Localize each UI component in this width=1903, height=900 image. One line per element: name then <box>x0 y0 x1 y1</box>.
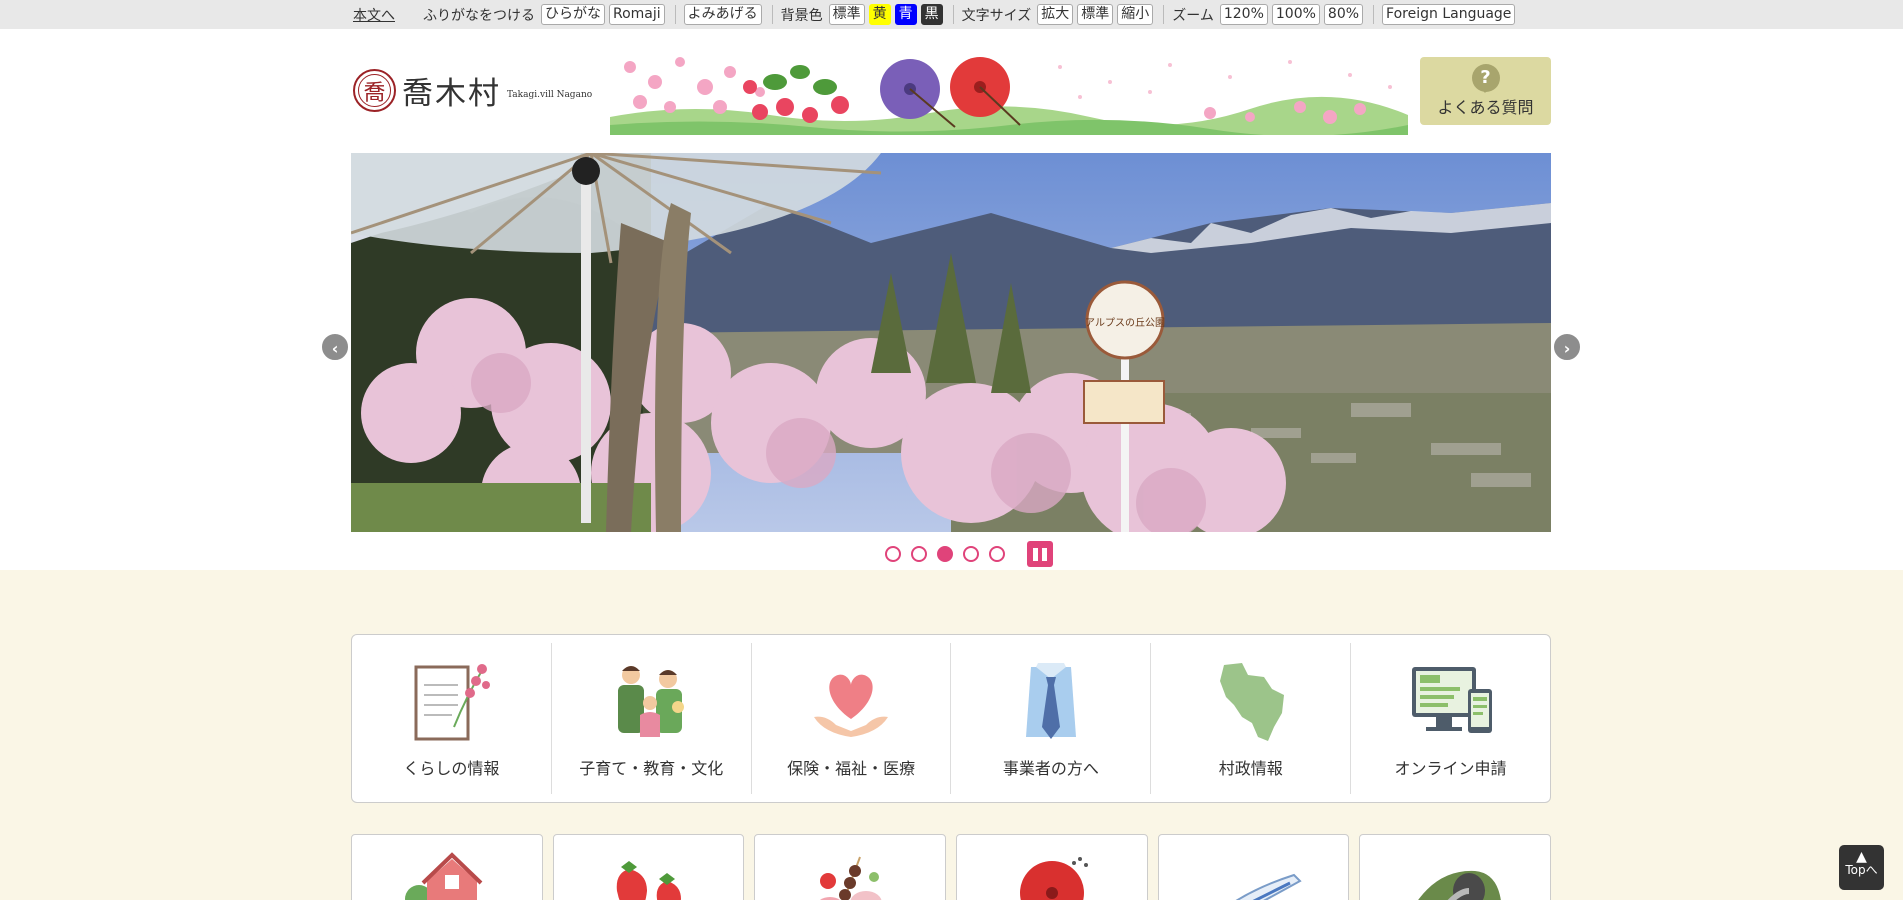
house-icon <box>404 852 483 900</box>
category-label: くらしの情報 <box>403 759 500 778</box>
umbrella-icon <box>1019 857 1088 900</box>
category-nav: くらしの情報 子育て・教育・文化 保険・福祉・医療 事業者の方へ 村政情報 オン… <box>351 634 1551 803</box>
logo-name: 喬木村 <box>402 76 501 112</box>
sign-text: アルプスの丘公園 <box>1085 317 1165 329</box>
logo-seal-icon: 喬 <box>353 69 396 112</box>
skip-to-content-link[interactable]: 本文へ <box>353 5 395 25</box>
faq-button[interactable]: ? よくある質問 <box>1420 57 1551 125</box>
furigana-label: ふりがなをつける <box>423 7 535 24</box>
category-label: 保険・福祉・医療 <box>787 759 916 778</box>
heart-hands-icon <box>814 674 889 737</box>
tunnel-icon <box>1418 870 1501 900</box>
romaji-button[interactable]: Romaji <box>609 4 665 25</box>
font-small-button[interactable]: 縮小 <box>1117 4 1154 25</box>
bg-black-button[interactable]: 黒 <box>920 4 943 25</box>
bg-blue-button[interactable]: 青 <box>894 4 917 25</box>
foreign-language-button[interactable]: Foreign Language <box>1382 4 1516 25</box>
pause-bar-icon <box>1033 547 1038 561</box>
shirt-tie-icon <box>1025 663 1076 739</box>
pause-bar-icon <box>1042 547 1047 561</box>
accessibility-bar-inner: 本文へ ふりがなをつける ひらがな Romaji よみあげる 背景色 標準 黄 … <box>353 3 1519 26</box>
category-village-administration[interactable]: 村政情報 <box>1151 643 1352 794</box>
feature-card-strawberry[interactable] <box>552 834 745 900</box>
zoom-120-button[interactable]: 120% <box>1219 4 1268 25</box>
category-label: 事業者の方へ <box>1002 759 1099 778</box>
feature-card-food[interactable] <box>754 834 947 900</box>
slider-pause-button[interactable] <box>1027 541 1053 567</box>
hiragana-button[interactable]: ひらがな <box>541 4 605 25</box>
logo-subtitle: Takagi.vill Nagano <box>507 89 593 100</box>
hero-slider[interactable]: アルプスの丘公園 <box>351 153 1551 532</box>
zoom-label: ズーム <box>1172 7 1214 24</box>
zoom-100-button[interactable]: 100% <box>1271 4 1320 25</box>
slider-dot-3[interactable] <box>937 546 953 562</box>
category-insurance-welfare-medical[interactable]: 保険・福祉・医療 <box>752 643 952 794</box>
category-label: 子育て・教育・文化 <box>579 759 724 778</box>
computer-devices-icon <box>1411 667 1492 733</box>
feature-card-train[interactable] <box>1157 834 1350 900</box>
category-online-application[interactable]: オンライン申請 <box>1351 643 1550 794</box>
divider <box>1163 5 1165 24</box>
question-bubble-icon: ? <box>1471 64 1500 93</box>
back-to-top-button[interactable]: ▲ Topへ <box>1839 845 1884 890</box>
slider-prev-button[interactable]: ‹ <box>320 332 350 362</box>
slider-dot-5[interactable] <box>989 546 1005 562</box>
category-childcare-education[interactable]: 子育て・教育・文化 <box>552 643 752 794</box>
slider-pagination <box>885 541 1053 567</box>
divider <box>1373 5 1375 24</box>
font-large-button[interactable]: 拡大 <box>1037 4 1074 25</box>
site-logo[interactable]: 喬 喬木村 Takagi.vill Nagano <box>353 68 592 113</box>
feature-cards-row <box>351 834 1552 900</box>
family-icon <box>618 666 685 737</box>
document-flower-icon <box>414 664 491 741</box>
feature-card-housing[interactable] <box>351 834 543 900</box>
slider-dot-2[interactable] <box>911 546 927 562</box>
read-aloud-button[interactable]: よみあげる <box>683 4 762 25</box>
divider <box>771 5 773 24</box>
zoom-80-button[interactable]: 80% <box>1323 4 1364 25</box>
font-standard-button[interactable]: 標準 <box>1077 4 1114 25</box>
train-icon <box>1235 873 1302 900</box>
divider <box>952 5 954 24</box>
feature-card-tunnel[interactable] <box>1359 834 1552 900</box>
bg-yellow-button[interactable]: 黄 <box>868 4 891 25</box>
category-label: オンライン申請 <box>1394 759 1507 778</box>
fontsize-label: 文字サイズ <box>961 7 1032 24</box>
divider <box>674 5 676 24</box>
slider-next-button[interactable]: › <box>1552 332 1582 362</box>
category-business[interactable]: 事業者の方へ <box>951 643 1152 794</box>
back-to-top-label: Topへ <box>1845 863 1878 877</box>
header-banner-illustration <box>610 47 1408 135</box>
category-label: 村政情報 <box>1218 759 1283 778</box>
bgcolor-label: 背景色 <box>780 7 823 24</box>
hero-photo-cherry-blossoms-mountains: アルプスの丘公園 <box>351 153 1551 532</box>
accessibility-bar: 本文へ ふりがなをつける ひらがな Romaji よみあげる 背景色 標準 黄 … <box>0 0 1903 29</box>
strawberry-icon <box>616 861 681 900</box>
bg-standard-button[interactable]: 標準 <box>828 4 865 25</box>
feature-card-umbrella[interactable] <box>956 834 1148 900</box>
village-map-icon <box>1219 663 1284 741</box>
category-living[interactable]: くらしの情報 <box>352 643 552 794</box>
slider-dot-4[interactable] <box>963 546 979 562</box>
food-icon <box>820 856 882 900</box>
banner-flowers-umbrellas-icon <box>610 47 1408 135</box>
slider-dot-1[interactable] <box>885 546 901 562</box>
